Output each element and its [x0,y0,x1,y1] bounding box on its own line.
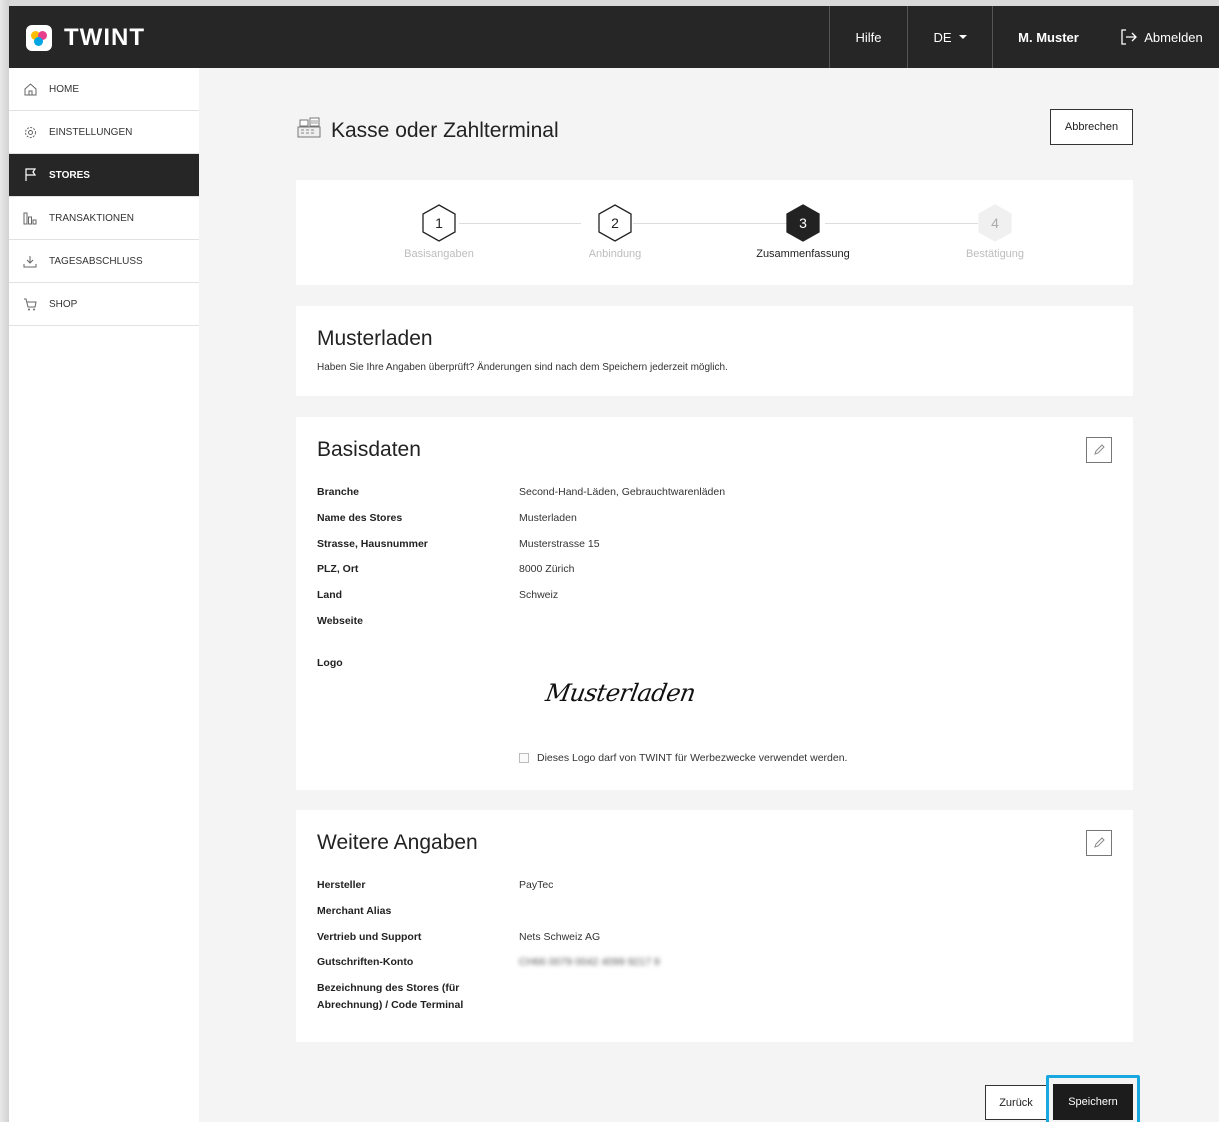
logo-consent-checkbox[interactable] [519,753,529,763]
step-1: 1 Basisangaben [359,204,519,260]
bar-chart-icon [23,211,37,225]
sidebar-item-stores[interactable]: STORES [9,154,199,197]
store-logo-image: Musterladen [543,679,698,707]
field-value: Second-Hand-Läden, Gebrauchtwarenläden [519,486,726,498]
step-4-hexagon: 4 [978,204,1012,242]
sidebar-item-transactions[interactable]: TRANSAKTIONEN [9,197,199,240]
sidebar-item-label: SHOP [49,298,78,310]
step-label: Anbindung [588,248,642,260]
help-link[interactable]: Hilfe [829,6,907,68]
home-icon [23,82,37,96]
flag-icon [23,168,37,182]
svg-text:2: 2 [611,215,619,231]
store-summary-card: Musterladen Haben Sie Ihre Angaben überp… [296,306,1133,396]
step-4: 4 Bestätigung [915,204,1075,260]
page-title-text: Kasse oder Zahlterminal [331,119,559,142]
cash-register-icon [296,117,322,145]
logout-link[interactable]: Abmelden [1104,6,1219,68]
sidebar-item-settings[interactable]: EINSTELLUNGEN [9,111,199,154]
pencil-icon [1094,837,1105,848]
field-label: Land [317,589,343,601]
field-label: Strasse, Hausnummer [317,538,428,550]
sidebar-item-label: TRANSAKTIONEN [49,212,135,224]
field-label: Gutschriften-Konto [317,956,414,968]
sidebar-item-label: TAGESABSCHLUSS [49,255,143,267]
download-icon [23,254,37,268]
step-label: Bestätigung [965,248,1025,260]
page-title: Kasse oder Zahlterminal [296,117,559,145]
top-header: TWINT Hilfe DE M. Muster Abmelden [9,6,1219,68]
save-button[interactable]: Speichern [1053,1084,1133,1120]
edit-basisdaten-button[interactable] [1086,437,1112,463]
sidebar-item-home[interactable]: HOME [9,68,199,111]
section-title: Weitere Angaben [317,831,478,854]
edit-weitere-angaben-button[interactable] [1086,830,1112,856]
gear-icon [23,125,37,139]
step-3-hexagon: 3 [786,204,820,242]
step-label: Zusammenfassung [756,248,850,260]
section-title: Basisdaten [317,438,421,461]
sidebar-item-shop[interactable]: SHOP [9,283,199,326]
field-label: Bezeichnung des Stores (für Abrechnung) … [317,980,463,1014]
weitere-angaben-card: Weitere Angaben Hersteller PayTec Mercha… [296,810,1133,1042]
logo-label: Logo [317,657,343,669]
language-dropdown[interactable]: DE [907,6,992,68]
brand-name: TWINT [64,24,145,51]
sidebar: HOME EINSTELLUNGEN STORES TRANSAKTIONEN … [9,68,199,1122]
field-value: 8000 Zürich [519,563,575,575]
field-label: Vertrieb und Support [317,931,422,943]
field-label: Hersteller [317,879,366,891]
step-2: 2 Anbindung [535,204,695,260]
header-nav: Hilfe DE M. Muster Abmelden [829,6,1219,68]
field-value: PayTec [519,879,554,891]
twint-logo-icon [26,25,52,51]
logo-consent-checkbox-row[interactable]: Dieses Logo darf von TWINT für Werbezwec… [519,752,847,764]
step-label: Basisangaben [404,248,474,260]
pencil-icon [1094,444,1105,455]
field-label: Webseite [317,615,363,627]
cancel-button[interactable]: Abbrechen [1050,109,1133,145]
window-left-edge [0,0,9,1122]
cart-icon [23,297,37,311]
logo-consent-label: Dieses Logo darf von TWINT für Werbezwec… [537,752,848,764]
field-label-line: Abrechnung) / Code Terminal [317,999,464,1011]
blurred-account-number: CH66 0079 0042 4099 9217 9 [519,956,660,968]
logout-label: Abmelden [1144,29,1203,45]
progress-stepper: 1 Basisangaben 2 Anbindung 3 Zusammenfas… [296,180,1133,285]
svg-text:1: 1 [435,215,443,231]
field-value: Nets Schweiz AG [519,931,601,943]
svg-text:3: 3 [799,215,807,231]
field-label: Name des Stores [317,512,403,524]
sidebar-item-label: STORES [49,169,90,181]
logout-icon [1121,29,1138,45]
sidebar-item-daily-closing[interactable]: TAGESABSCHLUSS [9,240,199,283]
store-name-heading: Musterladen [317,327,433,350]
step-3: 3 Zusammenfassung [723,204,883,260]
caret-down-icon [958,35,967,39]
back-button[interactable]: Zurück [985,1085,1047,1120]
user-menu[interactable]: M. Muster [992,6,1104,68]
step-2-hexagon: 2 [598,204,632,242]
language-value: DE [933,29,952,45]
sidebar-item-label: HOME [49,83,79,95]
svg-text:4: 4 [991,215,999,231]
sidebar-item-label: EINSTELLUNGEN [49,126,133,138]
field-value: Schweiz [519,589,559,601]
field-label: Merchant Alias [317,905,392,917]
basisdaten-card: Basisdaten Branche Second-Hand-Läden, Ge… [296,417,1133,790]
field-label-line: Bezeichnung des Stores (für [317,982,460,994]
field-label: Branche [317,486,360,498]
field-value: Musterstrasse 15 [519,538,600,550]
step-1-hexagon: 1 [422,204,456,242]
field-label: PLZ, Ort [317,563,359,575]
field-value: Musterladen [519,512,577,524]
main-content: Kasse oder Zahlterminal Abbrechen 1 Basi… [199,68,1219,1122]
review-hint: Haben Sie Ihre Angaben überprüft? Änderu… [317,362,728,373]
twint-logo[interactable]: TWINT [26,24,145,52]
